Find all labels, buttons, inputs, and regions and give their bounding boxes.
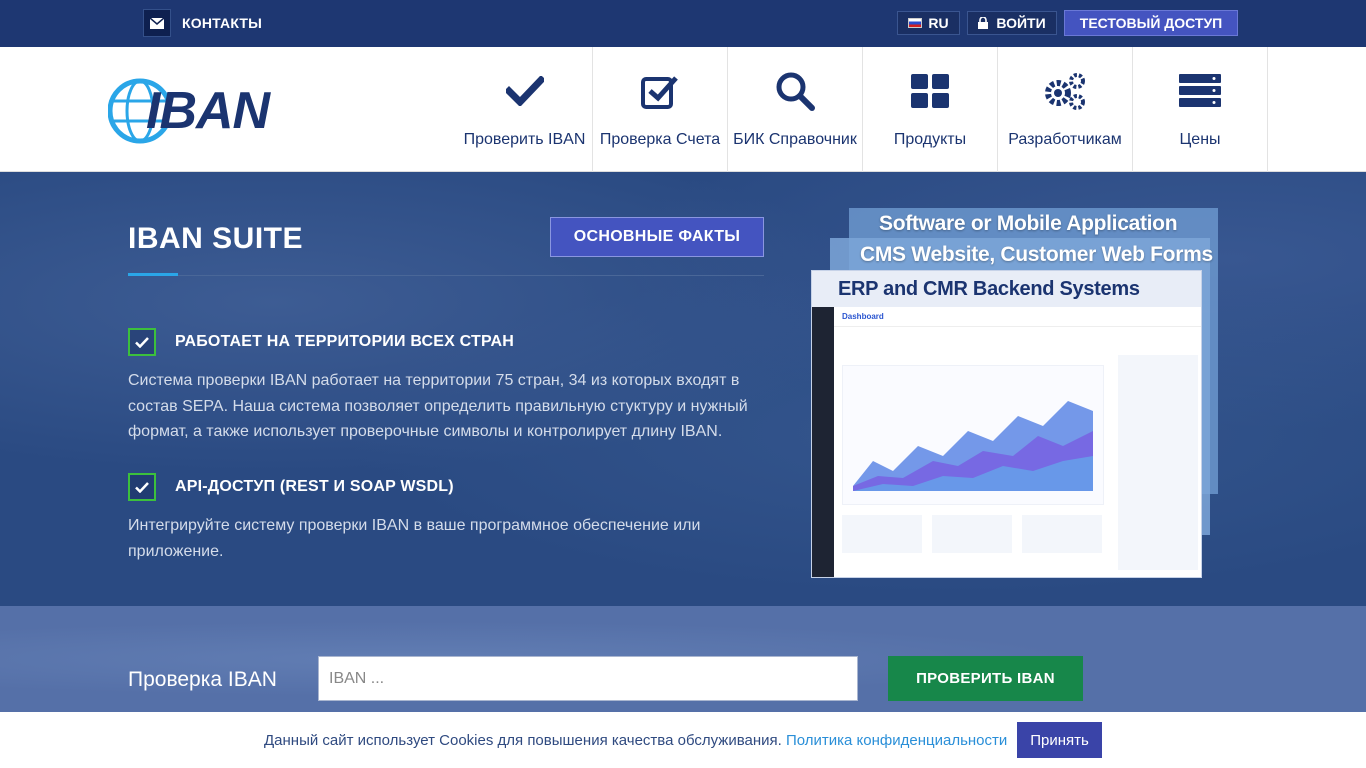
login-label: ВОЙТИ	[996, 15, 1046, 31]
cookie-banner: Данный сайт использует Cookies для повыш…	[0, 712, 1366, 768]
accept-cookies-button[interactable]: Принять	[1017, 722, 1102, 758]
dashboard-card	[932, 515, 1012, 553]
dashboard-preview: Dashboard	[812, 307, 1201, 577]
mockup-label-cms: CMS Website, Customer Web Forms	[860, 243, 1213, 266]
logo-text: IBAN	[146, 82, 270, 140]
nav-item-label: Проверить IBAN	[463, 131, 586, 148]
dashboard-sidebar	[812, 307, 834, 577]
nav-item-products[interactable]: Продукты	[863, 47, 998, 172]
mockup-label-software: Software or Mobile Application	[879, 212, 1178, 235]
check-icon	[128, 328, 156, 356]
feature-title: РАБОТАЕТ НА ТЕРРИТОРИИ ВСЕХ СТРАН	[175, 333, 514, 350]
search-icon	[773, 69, 817, 113]
test-access-button[interactable]: ТЕСТОВЫЙ ДОСТУП	[1064, 10, 1238, 36]
feature-title: API-ДОСТУП (REST И SOAP WSDL)	[175, 478, 454, 495]
privacy-policy-link[interactable]: Политика конфиденциальности	[786, 732, 1007, 749]
main-header: IBAN Проверить IBAN Проверка Счета БИК С…	[0, 47, 1366, 172]
nav-item-label: БИК Справочник	[733, 131, 857, 148]
dashboard-topbar: Dashboard	[834, 307, 1201, 327]
russia-flag-icon	[908, 18, 923, 28]
iban-check-label: Проверка IBAN	[128, 668, 277, 691]
cookie-message: Данный сайт использует Cookies для повыш…	[264, 732, 782, 749]
nav-item-developers[interactable]: Разработчикам	[998, 47, 1133, 172]
check-icon	[128, 473, 156, 501]
checkmark-icon	[503, 69, 547, 113]
nav-item-bik-directory[interactable]: БИК Справочник	[728, 47, 863, 172]
dashboard-card	[1022, 515, 1102, 553]
grid-icon	[908, 69, 952, 113]
iban-check-bar: Проверка IBAN ПРОВЕРИТЬ IBAN	[0, 606, 1366, 712]
envelope-icon	[143, 9, 171, 37]
key-facts-button[interactable]: ОСНОВНЫЕ ФАКТЫ	[550, 217, 764, 257]
main-nav: Проверить IBAN Проверка Счета БИК Справо…	[457, 47, 1268, 172]
nav-item-prices[interactable]: Цены	[1133, 47, 1268, 172]
feature-text: Интегрируйте систему проверки IBAN в ваш…	[128, 517, 701, 560]
mockup-layer-erp: ERP and CMR Backend Systems Dashboard	[811, 270, 1202, 578]
contacts-label: КОНТАКТЫ	[182, 15, 263, 31]
cookie-text: Данный сайт использует Cookies для повыш…	[264, 732, 1007, 749]
mockup-label-erp: ERP and CMR Backend Systems	[838, 278, 1140, 300]
iban-input[interactable]	[318, 656, 858, 701]
contacts-link[interactable]: КОНТАКТЫ	[143, 9, 262, 37]
nav-item-check-iban[interactable]: Проверить IBAN	[457, 47, 593, 172]
hero-title: IBAN SUITE	[128, 222, 304, 255]
nav-item-check-account[interactable]: Проверка Счета	[593, 47, 728, 172]
hero-divider	[128, 275, 764, 276]
nav-item-label: Цены	[1179, 131, 1221, 148]
iban-logo[interactable]: IBAN	[108, 75, 270, 145]
language-selector[interactable]: RU	[897, 11, 960, 35]
gears-icon	[1043, 69, 1087, 113]
nav-item-label: Проверка Счета	[599, 131, 721, 148]
dashboard-chart	[842, 365, 1104, 505]
language-label: RU	[928, 15, 949, 31]
checkbox-icon	[638, 69, 682, 113]
hero-section: IBAN SUITE ОСНОВНЫЕ ФАКТЫ РАБОТАЕТ НА ТЕ…	[0, 172, 1366, 606]
nav-item-label: Разработчикам	[1008, 131, 1122, 148]
feature-text: Система проверки IBAN работает на террит…	[128, 372, 748, 440]
dashboard-weather-panel	[1118, 355, 1198, 570]
dashboard-card	[842, 515, 922, 553]
check-iban-button[interactable]: ПРОВЕРИТЬ IBAN	[888, 656, 1083, 701]
server-icon	[1178, 69, 1222, 113]
lock-icon	[978, 17, 989, 29]
dashboard-title: Dashboard	[842, 312, 884, 321]
nav-item-label: Продукты	[893, 131, 967, 148]
login-button[interactable]: ВОЙТИ	[967, 11, 1057, 35]
hero-divider-accent	[128, 273, 178, 276]
top-bar: КОНТАКТЫ RU ВОЙТИ ТЕСТОВЫЙ ДОСТУП	[0, 0, 1366, 47]
